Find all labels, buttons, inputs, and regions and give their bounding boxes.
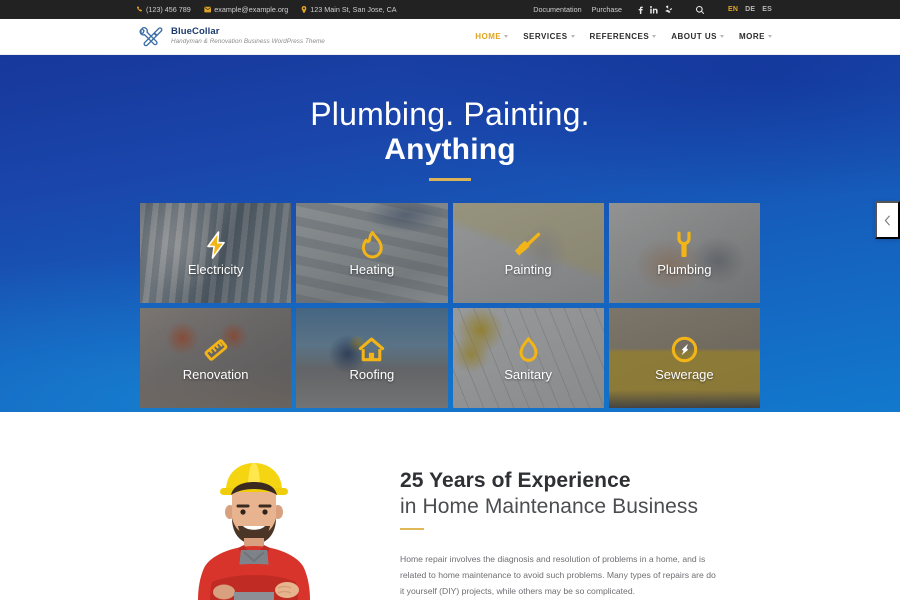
- paint-brush-icon: [514, 230, 542, 260]
- experience-figure: [130, 412, 400, 600]
- nav-item-more[interactable]: MORE: [739, 32, 772, 41]
- language-switcher: EN DE ES: [728, 6, 772, 13]
- tile-content: Sanitary: [453, 308, 604, 408]
- hero-heading-line2: Anything: [384, 132, 516, 166]
- nav-item-about-us[interactable]: ABOUT US: [671, 32, 724, 41]
- experience-section: 25 Years of Experience in Home Maintenan…: [0, 412, 900, 600]
- linkedin-icon[interactable]: [650, 5, 658, 14]
- tile-content: Renovation: [140, 308, 291, 408]
- house-icon: [358, 335, 385, 365]
- nav-label-home: HOME: [475, 32, 502, 41]
- nav-label-references: REFERENCES: [589, 32, 650, 41]
- service-tile-roofing[interactable]: Roofing: [296, 308, 448, 409]
- main-navigation: HOME SERVICES REFERENCES ABOUT US MORE: [475, 32, 772, 41]
- service-tile-electricity[interactable]: Electricity: [140, 203, 292, 304]
- service-label-plumbing: Plumbing: [657, 261, 712, 277]
- map-pin-icon: [301, 5, 307, 14]
- service-label-roofing: Roofing: [349, 366, 395, 382]
- nav-item-home[interactable]: HOME: [475, 32, 509, 41]
- slider-prev-button[interactable]: [875, 201, 900, 239]
- service-label-renovation: Renovation: [182, 366, 249, 382]
- experience-wrapper: 25 Years of Experience in Home Maintenan…: [130, 412, 770, 600]
- topbar-phone-text: (123) 456 789: [146, 5, 191, 14]
- topbar-email[interactable]: example@example.org: [204, 5, 289, 14]
- experience-copy: 25 Years of Experience in Home Maintenan…: [400, 412, 770, 600]
- service-label-electricity: Electricity: [187, 261, 244, 277]
- facebook-icon[interactable]: [638, 5, 643, 14]
- tile-content: Painting: [453, 203, 604, 303]
- water-drop-icon: [518, 335, 539, 365]
- nav-label-about-us: ABOUT US: [671, 32, 717, 41]
- chevron-down-icon: [768, 35, 772, 38]
- tile-content: Plumbing: [609, 203, 760, 303]
- tile-content: Electricity: [140, 203, 291, 303]
- brand-name: BlueCollar: [171, 26, 220, 38]
- experience-divider: [400, 528, 424, 531]
- chevron-down-icon: [652, 35, 657, 38]
- tile-content: Roofing: [296, 308, 447, 408]
- service-tile-renovation[interactable]: Renovation: [140, 308, 292, 409]
- topbar-link-documentation[interactable]: Documentation: [533, 5, 581, 14]
- nav-item-references[interactable]: REFERENCES: [590, 32, 657, 41]
- topbar-address[interactable]: 123 Main St, San Jose, CA: [301, 5, 397, 14]
- chevron-down-icon: [570, 35, 575, 38]
- lightning-bolt-icon: [205, 230, 227, 260]
- experience-heading-bold: 25 Years of Experience: [400, 469, 631, 492]
- topbar-phone[interactable]: (123) 456 789: [136, 5, 191, 14]
- brand-logo[interactable]: BlueCollar Handyman & Renovation Busines…: [136, 25, 325, 49]
- brand-tagline: Handyman & Renovation Business WordPress…: [171, 38, 325, 46]
- brand-text: BlueCollar Handyman & Renovation Busines…: [171, 26, 325, 46]
- flame-icon: [360, 230, 384, 260]
- chevron-down-icon: [504, 35, 509, 38]
- hero-content: Plumbing. Painting. Anything Electricity: [0, 55, 900, 409]
- nav-item-services[interactable]: SERVICES: [523, 32, 575, 41]
- service-tile-sanitary[interactable]: Sanitary: [452, 308, 604, 409]
- wrench-icon: [672, 230, 696, 260]
- nav-label-services: SERVICES: [523, 32, 568, 41]
- topbar-address-text: 123 Main St, San Jose, CA: [310, 5, 397, 14]
- service-label-heating: Heating: [349, 261, 395, 277]
- service-tile-plumbing[interactable]: Plumbing: [608, 203, 760, 304]
- nav-label-more: MORE: [739, 32, 765, 41]
- yelp-icon[interactable]: [665, 5, 672, 14]
- service-label-sewerage: Sewerage: [655, 366, 714, 382]
- wrench-hammer-icon: [136, 25, 164, 49]
- experience-paragraph: Home repair involves the diagnosis and r…: [400, 554, 716, 596]
- chevron-left-icon: [884, 215, 891, 226]
- page-root: (123) 456 789 example@example.org 123 Ma…: [0, 0, 900, 600]
- social-links: [638, 5, 672, 14]
- hero-heading-line1: Plumbing. Painting.: [310, 96, 590, 132]
- search-icon[interactable]: [696, 5, 704, 14]
- experience-heading-light: in Home Maintenance Business: [400, 494, 699, 518]
- envelope-icon: [204, 6, 212, 13]
- language-de[interactable]: DE: [745, 6, 755, 13]
- language-es[interactable]: ES: [762, 6, 772, 13]
- sewer-nozzle-icon: [671, 335, 698, 365]
- topbar-link-purchase[interactable]: Purchase: [592, 5, 622, 14]
- service-tile-painting[interactable]: Painting: [452, 203, 604, 304]
- topbar-contact-group: (123) 456 789 example@example.org 123 Ma…: [136, 5, 397, 14]
- hero-divider: [429, 178, 471, 182]
- service-label-sanitary: Sanitary: [504, 366, 552, 382]
- tile-content: Sewerage: [609, 308, 760, 408]
- service-tile-heating[interactable]: Heating: [296, 203, 448, 304]
- hero-slider: Plumbing. Painting. Anything Electricity: [0, 55, 900, 412]
- service-tiles-grid: Electricity Heating Painting Plumbing Re…: [140, 203, 760, 409]
- chevron-down-icon: [720, 35, 724, 38]
- top-utility-bar: (123) 456 789 example@example.org 123 Ma…: [0, 0, 900, 19]
- site-header: BlueCollar Handyman & Renovation Busines…: [0, 19, 900, 55]
- ruler-icon: [202, 335, 230, 365]
- language-en[interactable]: EN: [728, 6, 738, 13]
- topbar-email-text: example@example.org: [214, 5, 289, 14]
- tile-content: Heating: [296, 203, 447, 303]
- worker-photo: [198, 463, 310, 600]
- hero-heading: Plumbing. Painting. Anything: [0, 55, 900, 182]
- service-tile-sewerage[interactable]: Sewerage: [608, 308, 760, 409]
- service-label-painting: Painting: [504, 261, 552, 277]
- phone-icon: [136, 6, 143, 13]
- topbar-right-group: Documentation Purchase EN DE ES: [533, 5, 772, 14]
